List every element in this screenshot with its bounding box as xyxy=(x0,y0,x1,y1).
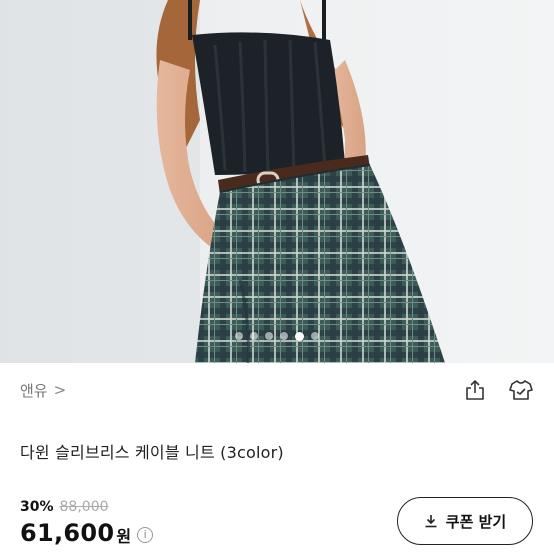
original-price: 88,000 xyxy=(59,499,109,515)
carousel-dot[interactable] xyxy=(311,332,319,340)
carousel-dot[interactable] xyxy=(250,332,258,340)
share-icon xyxy=(466,380,484,400)
coupon-button-label: 쿠폰 받기 xyxy=(445,512,507,531)
carousel-dot[interactable] xyxy=(235,332,243,340)
brand-row: 앤유 > xyxy=(20,375,534,405)
currency-unit: 원 xyxy=(116,527,132,546)
product-title: 다윈 슬리브리스 케이블 니트 (3color) xyxy=(20,443,284,462)
closet-icon xyxy=(509,380,533,400)
carousel-dot[interactable] xyxy=(280,332,288,340)
closet-button[interactable] xyxy=(508,377,534,403)
chevron-right-icon: > xyxy=(53,381,67,399)
carousel-dot[interactable] xyxy=(265,332,273,340)
discount-line: 30% 88,000 xyxy=(20,499,153,515)
product-image[interactable] xyxy=(0,0,554,363)
carousel-indicator xyxy=(0,329,554,343)
carousel-dot-active[interactable] xyxy=(295,331,304,341)
product-photo-illustration xyxy=(0,0,445,363)
coupon-download-button[interactable]: 쿠폰 받기 xyxy=(397,497,533,545)
sale-price: 61,600 xyxy=(20,519,115,547)
price-block: 30% 88,000 61,600 원 i xyxy=(20,499,154,547)
share-button[interactable] xyxy=(462,377,488,403)
brand-name: 앤유 xyxy=(20,381,48,400)
brand-link[interactable]: 앤유 > xyxy=(20,380,66,401)
download-icon xyxy=(425,515,437,528)
info-icon[interactable]: i xyxy=(137,526,154,543)
sale-price-line: 61,600 원 i xyxy=(20,519,154,547)
product-actions xyxy=(462,377,534,403)
discount-rate: 30% xyxy=(20,499,54,515)
